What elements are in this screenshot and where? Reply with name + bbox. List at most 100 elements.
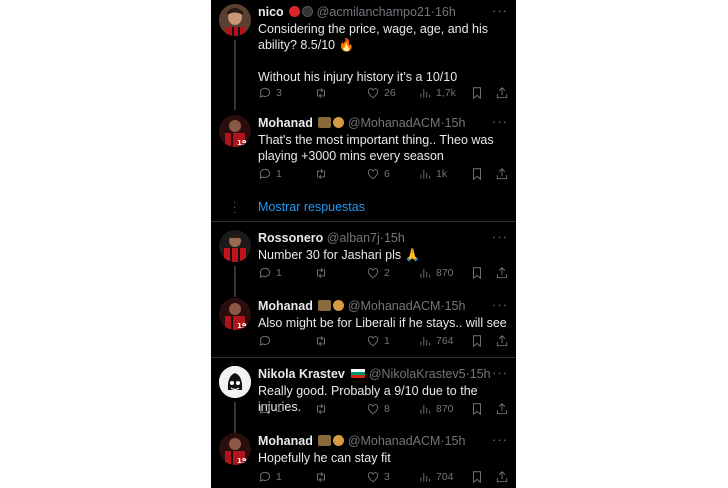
author-name[interactable]: nico <box>258 5 284 19</box>
author-handle[interactable]: @alban7j <box>327 231 380 245</box>
tweet-text: Also might be for Liberali if he stays..… <box>258 316 507 330</box>
author-handle[interactable]: @MohanadACM <box>348 434 441 448</box>
timestamp[interactable]: 15h <box>445 116 466 130</box>
like-button[interactable]: 6 <box>366 165 390 183</box>
bookmark-button[interactable] <box>470 165 488 183</box>
reply-button[interactable] <box>258 332 276 350</box>
author-handle[interactable]: @NikolaKrastev5 <box>369 367 466 381</box>
share-icon <box>496 403 508 415</box>
views-button[interactable]: 1k <box>418 165 447 183</box>
author-handle[interactable]: @acmilanchampo21 <box>317 5 431 19</box>
retweet-button[interactable] <box>314 264 332 282</box>
svg-text:19: 19 <box>237 322 247 330</box>
like-button[interactable]: 8 <box>366 400 390 418</box>
timestamp[interactable]: 15h <box>384 231 405 245</box>
bookmark-button[interactable] <box>470 400 488 418</box>
bookmark-button[interactable] <box>470 84 488 102</box>
author-handle[interactable]: @MohanadACM <box>348 116 441 130</box>
views-button[interactable]: 870 <box>418 264 454 282</box>
share-button[interactable] <box>495 468 513 486</box>
tweet-text: Number 30 for Jashari pls 🙏 <box>258 248 421 262</box>
reply-icon <box>259 403 271 414</box>
reply-button[interactable]: 1 <box>258 400 282 418</box>
heart-icon <box>367 88 379 99</box>
retweet-button[interactable] <box>314 332 332 350</box>
black-circle-icon <box>302 6 314 17</box>
author-name[interactable]: Mohanad <box>258 299 313 313</box>
tweet-header: Mohanad @MohanadACM·15h <box>258 433 508 449</box>
avatar[interactable] <box>219 230 251 262</box>
author-name[interactable]: Rossonero <box>258 231 323 245</box>
tweet-header: Nikola Krastev @NikolaKrastev5·15h <box>258 366 508 382</box>
reply-button[interactable]: 3 <box>258 84 282 102</box>
reply-icon <box>259 267 271 278</box>
tweet-text: Considering the price, wage, age, and hi… <box>258 22 489 84</box>
divider <box>211 221 516 222</box>
views-button[interactable]: 704 <box>418 468 454 486</box>
retweet-button[interactable] <box>314 84 332 102</box>
share-button[interactable] <box>495 332 513 350</box>
tweet-text: That's the most important thing.. Theo w… <box>258 133 494 163</box>
retweet-icon <box>317 404 325 414</box>
reply-button[interactable]: 1 <box>258 264 282 282</box>
more-options-icon[interactable]: ··· <box>492 366 508 380</box>
views-button[interactable]: 870 <box>418 400 454 418</box>
more-options-icon[interactable]: ··· <box>492 230 508 244</box>
share-button[interactable] <box>495 264 513 282</box>
reply-count: 1 <box>276 267 282 279</box>
svg-text:19: 19 <box>237 457 247 465</box>
avatar[interactable]: 19 <box>219 115 251 147</box>
share-icon <box>496 471 508 483</box>
share-button[interactable] <box>495 84 513 102</box>
more-options-icon[interactable]: ··· <box>492 433 508 447</box>
like-button[interactable]: 26 <box>366 84 396 102</box>
more-options-icon[interactable]: ··· <box>492 4 508 18</box>
share-button[interactable] <box>495 400 513 418</box>
avatar[interactable] <box>219 4 251 36</box>
like-count: 1 <box>384 335 390 347</box>
author-name[interactable]: Mohanad <box>258 116 313 130</box>
red-circle-icon <box>289 6 301 17</box>
author-name[interactable]: Nikola Krastev <box>258 367 345 381</box>
timestamp[interactable]: 15h <box>445 299 466 313</box>
retweet-button[interactable] <box>314 468 332 486</box>
views-button[interactable]: 764 <box>418 332 454 350</box>
emoji-icon <box>318 117 332 128</box>
reply-feed: nico @acmilanchampo21·16h ··· Considerin… <box>211 0 516 488</box>
retweet-icon <box>317 336 325 346</box>
timestamp[interactable]: 15h <box>470 367 491 381</box>
timestamp[interactable]: 16h <box>435 5 456 19</box>
heart-icon <box>367 336 379 347</box>
more-options-icon[interactable]: ··· <box>492 115 508 129</box>
bookmark-button[interactable] <box>470 468 488 486</box>
retweet-button[interactable] <box>314 165 332 183</box>
avatar[interactable] <box>219 366 251 398</box>
bookmark-button[interactable] <box>470 264 488 282</box>
reply-icon <box>259 471 271 482</box>
show-replies-link[interactable]: · · · Mostrar respuestas <box>211 198 516 218</box>
view-count: 764 <box>436 335 454 347</box>
reply-button[interactable]: 1 <box>258 165 282 183</box>
action-bar: 1 6 1k <box>258 165 508 183</box>
timestamp[interactable]: 15h <box>445 434 466 448</box>
bookmark-icon <box>473 267 481 280</box>
share-button[interactable] <box>495 165 513 183</box>
like-button[interactable]: 3 <box>366 468 390 486</box>
avatar[interactable]: 19 <box>219 298 251 330</box>
author-name[interactable]: Mohanad <box>258 434 313 448</box>
author-handle[interactable]: @MohanadACM <box>348 299 441 313</box>
views-icon <box>420 472 431 482</box>
avatar[interactable]: 19 <box>219 433 251 465</box>
divider <box>211 357 516 358</box>
action-bar: 1 3 704 <box>258 468 508 486</box>
like-button[interactable]: 1 <box>366 332 390 350</box>
more-options-icon[interactable]: ··· <box>492 298 508 312</box>
show-replies-label[interactable]: Mostrar respuestas <box>258 200 365 214</box>
palette-icon <box>333 117 345 128</box>
like-button[interactable]: 2 <box>366 264 390 282</box>
retweet-icon <box>317 268 325 278</box>
reply-button[interactable]: 1 <box>258 468 282 486</box>
bookmark-button[interactable] <box>470 332 488 350</box>
retweet-button[interactable] <box>314 400 332 418</box>
views-button[interactable]: 1,7k <box>418 84 456 102</box>
